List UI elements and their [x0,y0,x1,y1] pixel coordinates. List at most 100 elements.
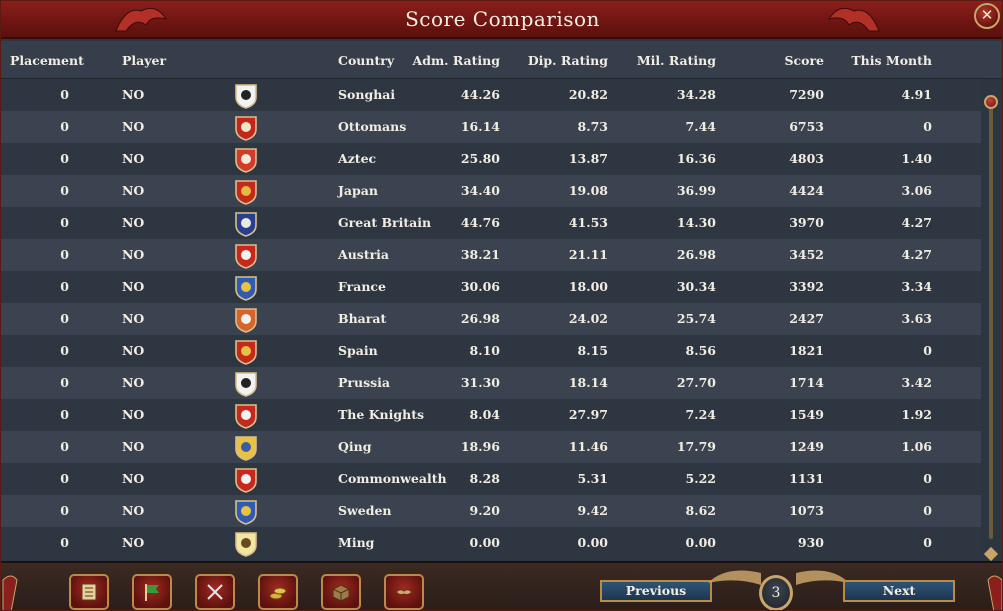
score-cell: 1073 [789,503,824,518]
wing-ornament-left-icon [706,563,766,593]
the-knights-flag-icon[interactable] [234,403,258,429]
crossed-swords-button[interactable] [195,574,235,610]
header-mil-rating[interactable]: Mil. Rating [616,53,716,68]
score-comparison-window: Score Comparison ✕ Placement Player Coun… [0,0,1003,611]
scroll-track[interactable] [989,99,993,539]
placement-cell: 0 [60,471,69,486]
bharat-flag-icon[interactable] [234,307,258,333]
adm-rating-cell: 44.76 [460,215,500,230]
commonwealth-flag-icon[interactable] [234,467,258,493]
ottomans-flag-icon[interactable] [234,115,258,141]
mil-rating-cell: 16.36 [676,151,716,166]
this-month-cell: 1.92 [901,407,932,422]
flag-button[interactable] [132,574,172,610]
this-month-cell: 3.63 [901,311,932,326]
header-country[interactable]: Country [338,53,394,68]
adm-rating-cell: 8.28 [469,471,500,486]
table-row[interactable]: 0 NO Ottomans 16.14 8.73 7.44 6753 0 [1,111,981,143]
header-adm-rating[interactable]: Adm. Rating [401,53,501,68]
sweden-flag-icon[interactable] [234,499,258,525]
table-row[interactable]: 0 NO Japan 34.40 19.08 36.99 4424 3.06 [1,175,981,207]
adm-rating-cell: 9.20 [469,503,500,518]
close-button[interactable]: ✕ [974,3,1000,29]
table-row[interactable]: 0 NO Ming 0.00 0.00 0.00 930 0 [1,527,981,559]
dip-rating-cell: 11.46 [568,439,608,454]
country-cell[interactable]: Austria [338,247,389,262]
player-cell: NO [122,375,145,390]
ledger-button[interactable] [69,574,109,610]
prussia-flag-icon[interactable] [234,371,258,397]
table-row[interactable]: 0 NO Aztec 25.80 13.87 16.36 4803 1.40 [1,143,981,175]
player-cell: NO [122,279,145,294]
placement-cell: 0 [60,375,69,390]
player-cell: NO [122,183,145,198]
dip-rating-cell: 21.11 [568,247,608,262]
this-month-cell: 0 [923,343,932,358]
placement-cell: 0 [60,311,69,326]
table-row[interactable]: 0 NO Commonwealth 8.28 5.31 5.22 1131 0 [1,463,981,495]
page-number-badge: 3 [759,575,793,610]
table-row[interactable]: 0 NO The Knights 8.04 27.97 7.24 1549 1.92 [1,399,981,431]
adm-rating-cell: 26.98 [460,311,500,326]
country-cell[interactable]: Qing [338,439,371,454]
japan-flag-icon[interactable] [234,179,258,205]
country-cell[interactable]: Bharat [338,311,386,326]
country-cell[interactable]: France [338,279,386,294]
country-cell[interactable]: Sweden [338,503,392,518]
coins-button[interactable] [258,574,298,610]
country-cell[interactable]: Songhai [338,87,395,102]
this-month-cell: 4.27 [901,215,932,230]
table-row[interactable]: 0 NO Austria 38.21 21.11 26.98 3452 4.27 [1,239,981,271]
table-row[interactable]: 0 NO France 30.06 18.00 30.34 3392 3.34 [1,271,981,303]
header-placement[interactable]: Placement [10,53,84,68]
handshake-button[interactable] [384,574,424,610]
dip-rating-cell: 13.87 [568,151,608,166]
header-score[interactable]: Score [736,53,824,68]
great-britain-flag-icon[interactable] [234,211,258,237]
score-cell: 7290 [789,87,824,102]
songhai-flag-icon[interactable] [234,83,258,109]
scroll-thumb[interactable] [984,95,998,109]
player-cell: NO [122,247,145,262]
country-cell[interactable]: Ottomans [338,119,406,134]
country-cell[interactable]: Japan [338,183,378,198]
country-cell[interactable]: Prussia [338,375,390,390]
title-bar: Score Comparison ✕ [1,1,1002,39]
player-cell: NO [122,439,145,454]
next-button[interactable]: Next [843,580,955,602]
table-row[interactable]: 0 NO Prussia 31.30 18.14 27.70 1714 3.42 [1,367,981,399]
spain-flag-icon[interactable] [234,339,258,365]
country-cell[interactable]: Spain [338,343,378,358]
header-this-month[interactable]: This Month [832,53,932,68]
table-row[interactable]: 0 NO Qing 18.96 11.46 17.79 1249 1.06 [1,431,981,463]
this-month-cell: 1.06 [901,439,932,454]
vertical-scrollbar[interactable] [983,83,999,562]
score-cell: 3392 [789,279,824,294]
adm-rating-cell: 38.21 [460,247,500,262]
austria-flag-icon[interactable] [234,243,258,269]
this-month-cell: 0 [923,503,932,518]
table-row[interactable]: 0 NO Spain 8.10 8.15 8.56 1821 0 [1,335,981,367]
header-player[interactable]: Player [122,53,166,68]
aztec-flag-icon[interactable] [234,147,258,173]
previous-button[interactable]: Previous [600,580,712,602]
ming-flag-icon[interactable] [234,531,258,557]
placement-cell: 0 [60,407,69,422]
placement-cell: 0 [60,247,69,262]
country-cell[interactable]: Ming [338,535,374,550]
country-cell[interactable]: Aztec [338,151,376,166]
crate-button[interactable] [321,574,361,610]
dragon-ornament-right-icon [824,1,884,39]
table-row[interactable]: 0 NO Great Britain 44.76 41.53 14.30 3970 4.27 [1,207,981,239]
qing-flag-icon[interactable] [234,435,258,461]
this-month-cell: 3.06 [901,183,932,198]
score-cell: 4803 [789,151,824,166]
table-row[interactable]: 0 NO Sweden 9.20 9.42 8.62 1073 0 [1,495,981,527]
france-flag-icon[interactable] [234,275,258,301]
header-dip-rating[interactable]: Dip. Rating [508,53,608,68]
table-row[interactable]: 0 NO Songhai 44.26 20.82 34.28 7290 4.91 [1,79,981,111]
table-row[interactable]: 0 NO Bharat 26.98 24.02 25.74 2427 3.63 [1,303,981,335]
scroll-end-ornament-icon [983,546,999,562]
adm-rating-cell: 18.96 [460,439,500,454]
dip-rating-cell: 19.08 [568,183,608,198]
